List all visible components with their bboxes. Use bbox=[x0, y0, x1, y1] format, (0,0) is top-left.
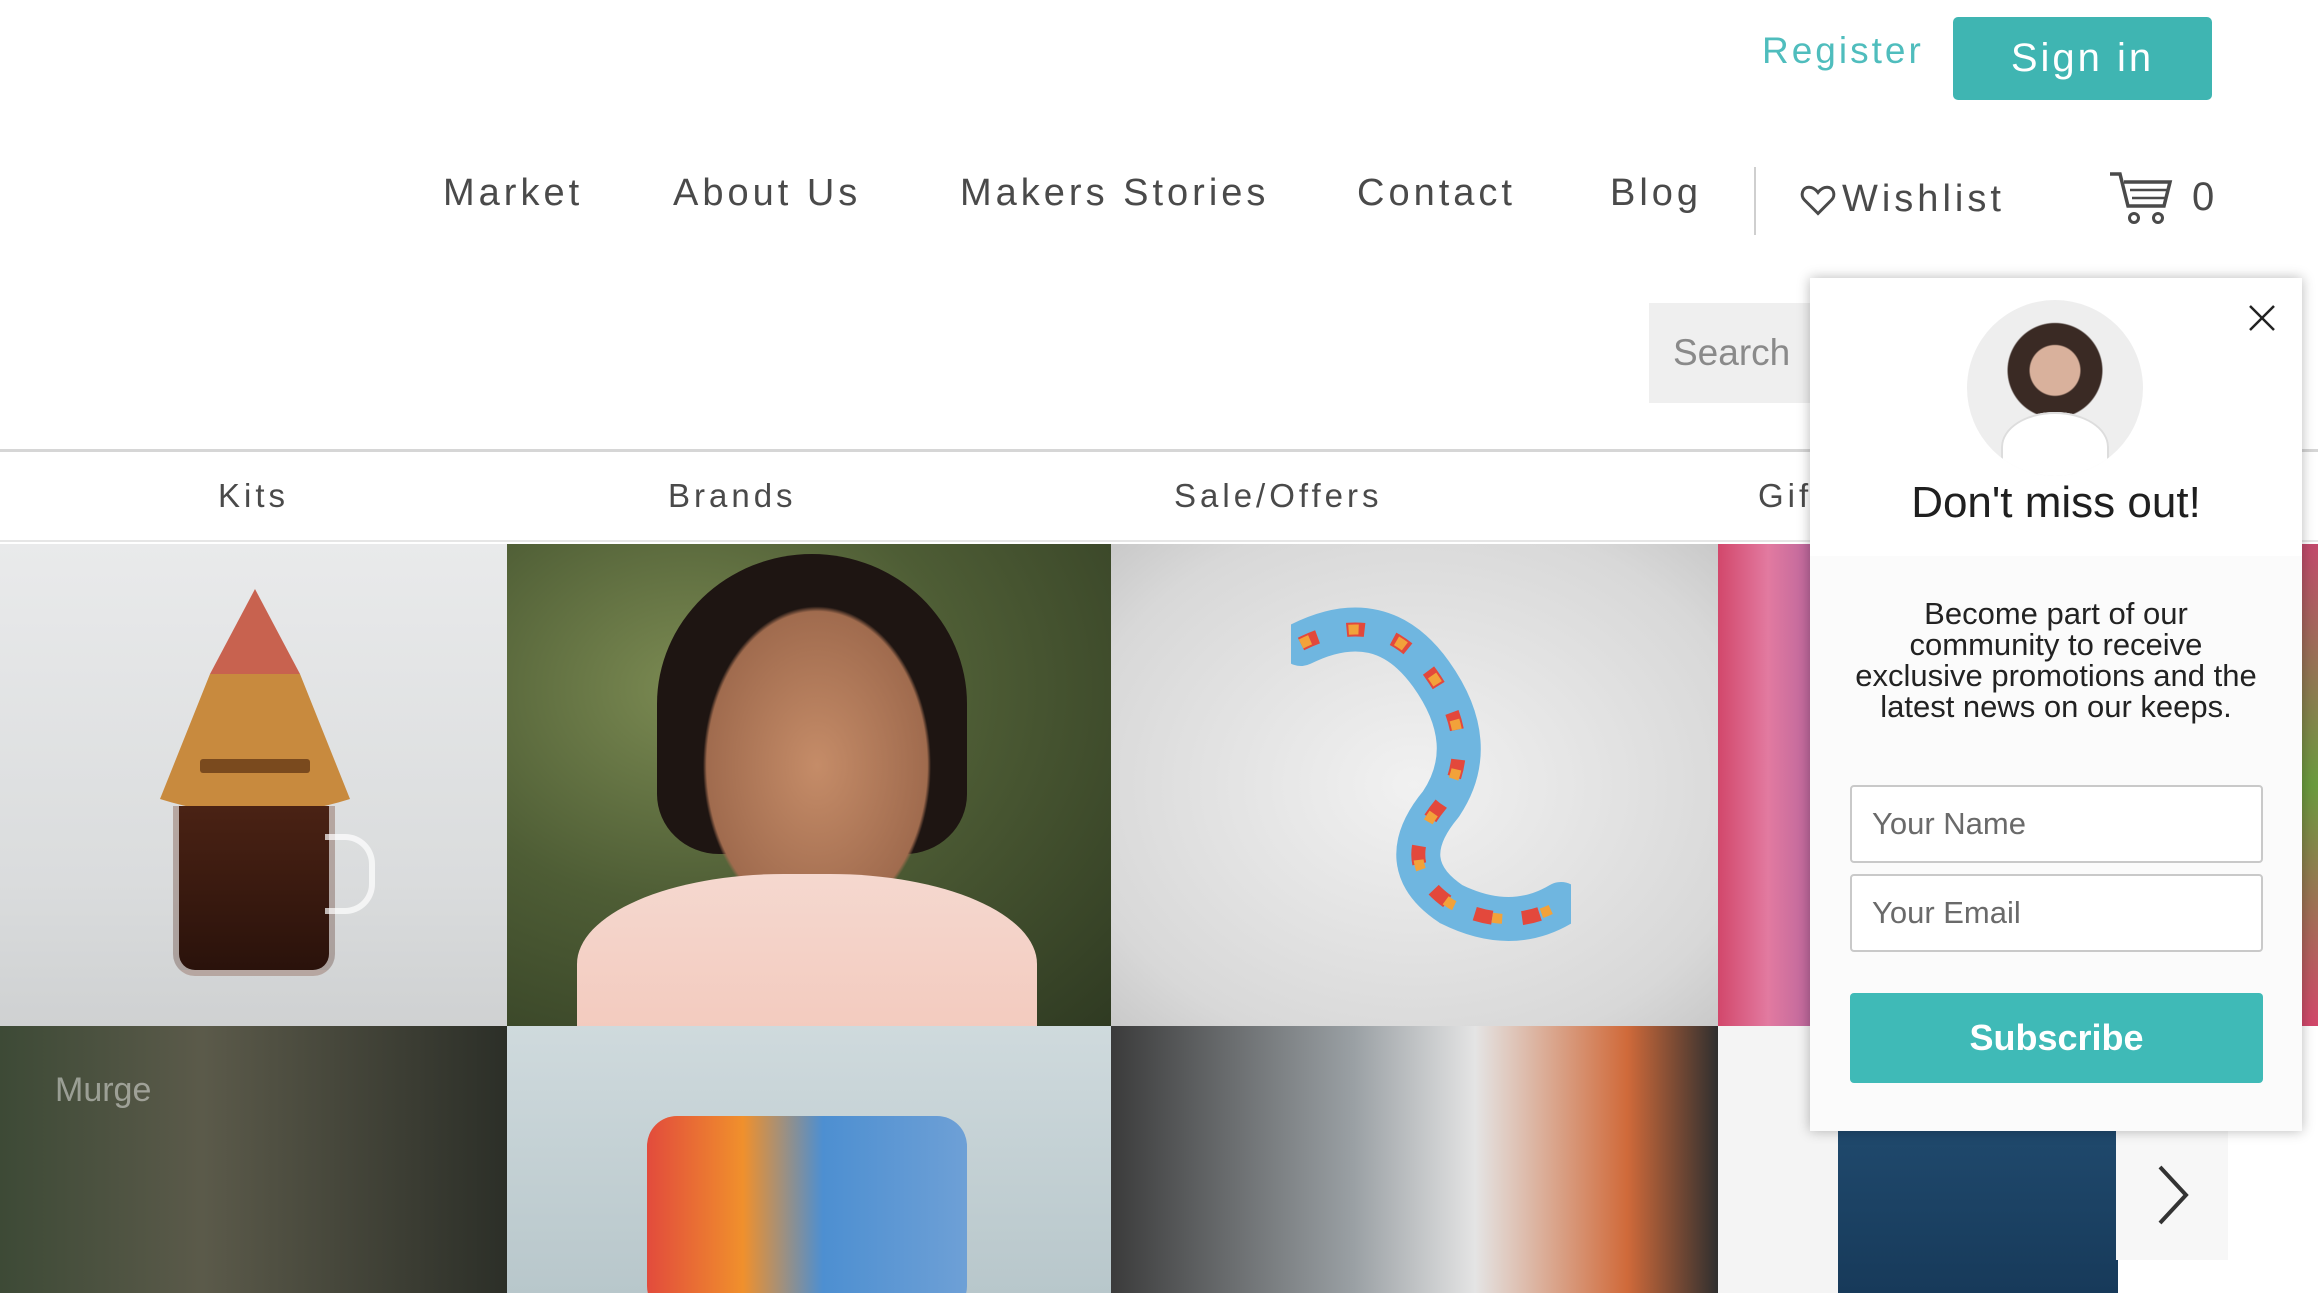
nav-item-makers-stories[interactable]: Makers Stories bbox=[960, 172, 1269, 215]
subscribe-button[interactable]: Subscribe bbox=[1850, 993, 2263, 1083]
mug-handle bbox=[325, 834, 375, 914]
cart-count: 0 bbox=[2192, 174, 2217, 219]
name-field[interactable] bbox=[1850, 785, 2263, 863]
search-input[interactable]: Search bbox=[1649, 303, 1829, 403]
category-kits[interactable]: Kits bbox=[218, 477, 289, 515]
nav-item-market[interactable]: Market bbox=[443, 172, 583, 215]
carousel-next-button[interactable] bbox=[2116, 1130, 2228, 1260]
cart-icon bbox=[2110, 172, 2173, 224]
chevron-right-icon bbox=[2158, 1165, 2189, 1225]
wishlist-label: Wishlist bbox=[1842, 178, 2005, 220]
portrait-shoulders bbox=[577, 874, 1037, 1026]
category-sale-offers[interactable]: Sale/Offers bbox=[1174, 477, 1382, 515]
close-icon[interactable] bbox=[2242, 298, 2282, 338]
category-gifts[interactable]: Gif bbox=[1758, 477, 1812, 515]
avatar bbox=[1967, 300, 2143, 476]
email-field[interactable] bbox=[1850, 874, 2263, 952]
tile-tree-portrait[interactable]: Murge bbox=[0, 1026, 507, 1293]
newsletter-popup: Don't miss out! Become part of our commu… bbox=[1810, 278, 2302, 1131]
wishlist-link[interactable]: Wishlist bbox=[1800, 178, 2005, 221]
tile-pillow[interactable] bbox=[507, 1026, 1111, 1293]
tile-colorful-art[interactable] bbox=[1718, 544, 1818, 1026]
nav-item-about-us[interactable]: About Us bbox=[673, 172, 861, 215]
popup-description: Become part of our community to receive … bbox=[1855, 596, 2257, 724]
tile-overlay-text: Murge bbox=[55, 1071, 152, 1109]
tile-coffee-kit[interactable] bbox=[0, 544, 507, 1026]
tile-maker-portrait[interactable] bbox=[507, 544, 1111, 1026]
register-link[interactable]: Register bbox=[1762, 30, 1924, 72]
heart-icon bbox=[1800, 185, 1836, 216]
pillow-image bbox=[647, 1116, 967, 1293]
coffee-dripper-image bbox=[160, 589, 350, 814]
tile-ribbon[interactable] bbox=[1111, 544, 1718, 1026]
cart-button[interactable]: 0 bbox=[2108, 168, 2216, 226]
tile-community-event[interactable] bbox=[1111, 1026, 1718, 1293]
category-brands[interactable]: Brands bbox=[668, 477, 797, 515]
nav-divider bbox=[1754, 167, 1756, 235]
popup-title: Don't miss out! bbox=[1911, 478, 2201, 527]
coffee-mug-image bbox=[173, 806, 335, 976]
portrait-face bbox=[687, 584, 947, 914]
search-placeholder: Search bbox=[1673, 332, 1791, 373]
ribbon-image bbox=[1291, 607, 1571, 941]
nav-item-contact[interactable]: Contact bbox=[1357, 172, 1516, 215]
signin-button[interactable]: Sign in bbox=[1953, 17, 2212, 100]
nav-item-blog[interactable]: Blog bbox=[1610, 172, 1702, 215]
